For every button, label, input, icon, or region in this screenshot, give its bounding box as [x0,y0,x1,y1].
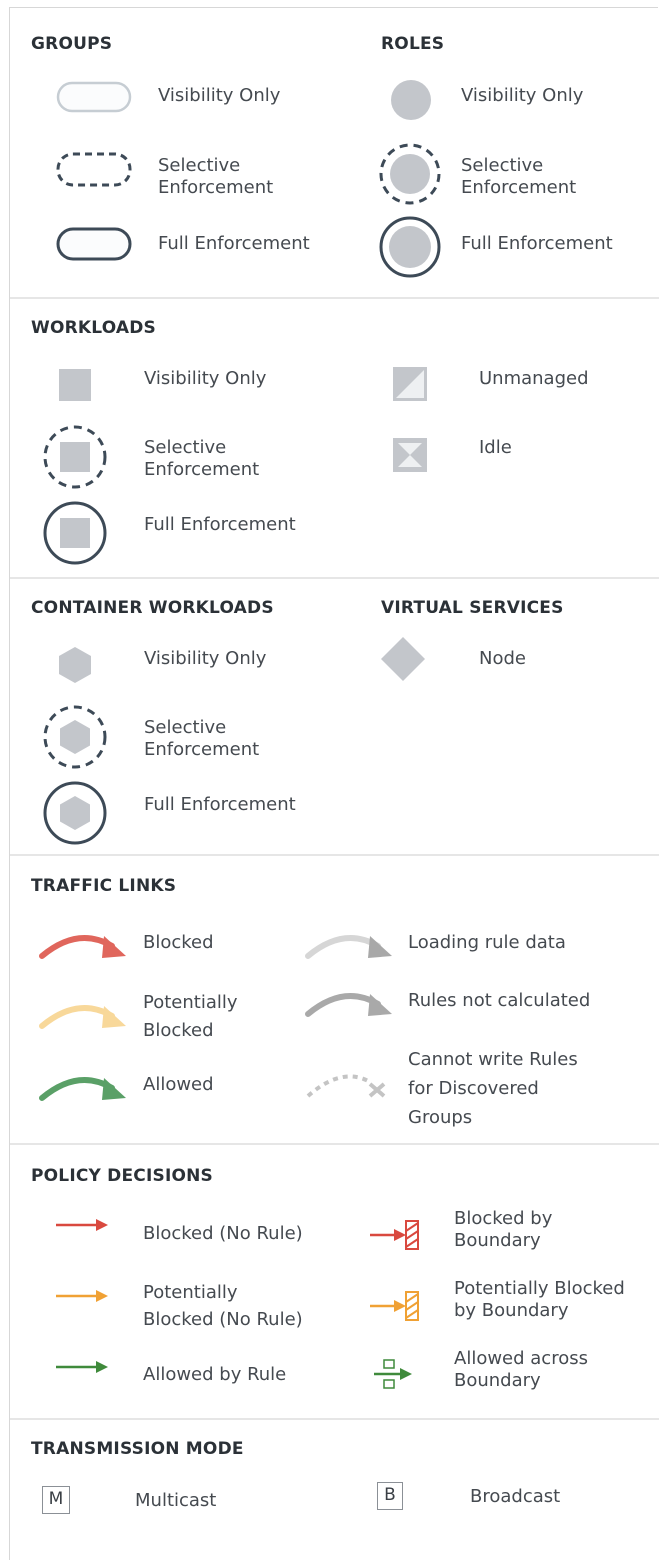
traffic-allowed-icon [38,1064,128,1104]
policy-potentially-blocked-icon [54,1286,110,1306]
group-full-icon [56,227,132,261]
multicast-label: Multicast [135,1490,217,1511]
container-visibility-icon [57,645,93,685]
container-workloads-heading: CONTAINER WORKLOADS [31,598,274,618]
group-visibility-label: Visibility Only [158,85,281,106]
workload-full-label: Full Enforcement [144,514,296,535]
boundary-allowed-label: Allowed across Boundary [454,1348,588,1391]
group-full-label: Full Enforcement [158,233,310,254]
traffic-potentially-blocked-label: Potentially Blocked [143,992,238,1041]
policy-decisions-heading: POLICY DECISIONS [31,1166,213,1186]
section-divider [10,1143,659,1145]
boundary-potentially-blocked-icon [368,1289,424,1323]
policy-allowed-icon [54,1357,110,1377]
virtual-services-heading: VIRTUAL SERVICES [381,598,564,618]
group-selective-icon [56,152,132,188]
container-selective-label: Selective Enforcement [144,717,260,760]
workload-visibility-label: Visibility Only [144,368,267,389]
section-divider [10,297,659,299]
policy-potentially-blocked-label: Potentially Blocked (No Rule) [143,1282,303,1330]
group-visibility-icon [56,81,132,113]
node-diamond-icon [380,636,426,682]
traffic-not-calculated-icon [304,980,394,1020]
legend-panel: GROUPS ROLES Visibility Only Selective E… [9,7,659,1560]
workload-selective-label: Selective Enforcement [144,437,260,480]
policy-allowed-label: Allowed by Rule [143,1364,287,1385]
policy-blocked-label: Blocked (No Rule) [143,1223,303,1244]
roles-heading: ROLES [381,34,445,54]
traffic-cannot-write-icon [304,1062,394,1102]
traffic-loading-label: Loading rule data [408,932,566,953]
workload-idle-icon [392,437,428,473]
role-selective-icon [378,142,442,206]
section-divider [10,854,659,856]
traffic-links-heading: TRAFFIC LINKS [31,876,177,896]
role-selective-label: Selective Enforcement [461,155,577,198]
workload-unmanaged-icon [392,366,428,402]
boundary-blocked-label: Blocked by Boundary [454,1208,553,1251]
broadcast-label: Broadcast [470,1486,561,1507]
multicast-badge-icon: M [42,1486,70,1514]
container-full-label: Full Enforcement [144,794,296,815]
transmission-mode-heading: TRANSMISSION MODE [31,1439,244,1459]
traffic-not-calculated-label: Rules not calculated [408,990,591,1011]
broadcast-badge-icon: B [377,1482,403,1510]
section-divider [10,577,659,579]
workload-selective-icon [42,424,108,490]
policy-blocked-icon [54,1215,110,1235]
workload-idle-label: Idle [479,437,512,458]
boundary-blocked-icon [368,1218,424,1252]
traffic-blocked-icon [38,922,128,962]
groups-heading: GROUPS [31,34,113,54]
section-divider [10,1418,659,1420]
role-full-label: Full Enforcement [461,233,613,254]
traffic-blocked-label: Blocked [143,932,214,953]
virtual-service-node-label: Node [479,648,526,669]
traffic-allowed-label: Allowed [143,1074,214,1095]
boundary-allowed-icon [372,1358,416,1392]
role-full-icon [378,215,442,279]
traffic-potentially-blocked-icon [38,992,128,1032]
container-full-icon [42,780,108,846]
container-selective-icon [42,704,108,770]
boundary-potentially-blocked-label: Potentially Blocked by Boundary [454,1278,625,1321]
workloads-heading: WORKLOADS [31,318,157,338]
workload-visibility-icon [58,368,92,402]
group-selective-label: Selective Enforcement [158,155,274,198]
role-visibility-label: Visibility Only [461,85,584,106]
container-visibility-label: Visibility Only [144,648,267,669]
role-visibility-icon [389,78,433,122]
traffic-cannot-write-label: Cannot write Rules for Discovered Groups [408,1049,578,1128]
traffic-loading-icon [304,922,394,962]
workload-unmanaged-label: Unmanaged [479,368,589,389]
workload-full-icon [42,500,108,566]
